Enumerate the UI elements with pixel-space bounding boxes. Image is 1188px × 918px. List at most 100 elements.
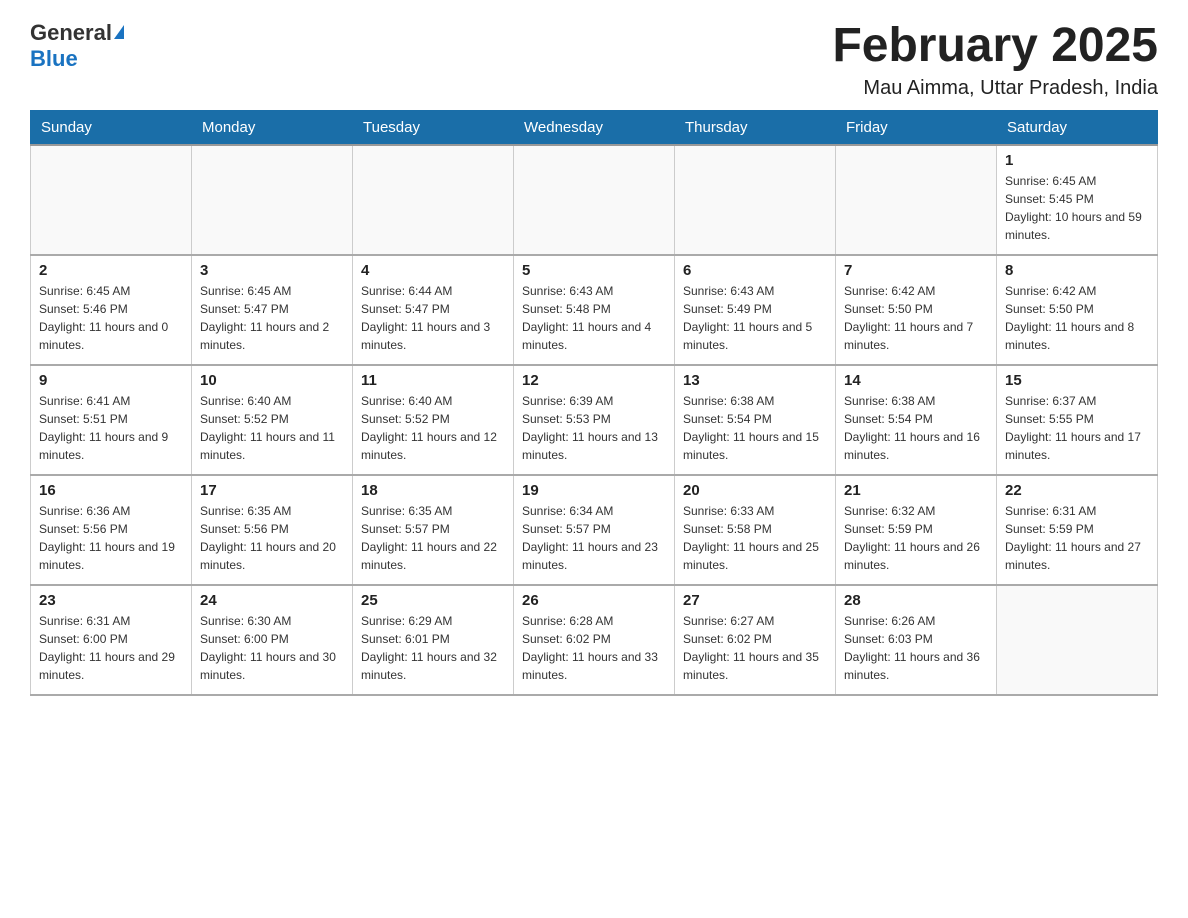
col-thursday: Thursday	[675, 110, 836, 145]
day-number: 15	[1005, 372, 1149, 389]
day-number: 23	[39, 592, 183, 609]
day-info: Sunrise: 6:43 AMSunset: 5:49 PMDaylight:…	[683, 284, 812, 352]
col-friday: Friday	[836, 110, 997, 145]
day-info: Sunrise: 6:31 AMSunset: 6:00 PMDaylight:…	[39, 614, 175, 682]
table-row: 2 Sunrise: 6:45 AMSunset: 5:46 PMDayligh…	[31, 255, 192, 365]
day-number: 26	[522, 592, 666, 609]
day-info: Sunrise: 6:40 AMSunset: 5:52 PMDaylight:…	[361, 394, 497, 462]
table-row: 25 Sunrise: 6:29 AMSunset: 6:01 PMDaylig…	[353, 585, 514, 695]
day-info: Sunrise: 6:26 AMSunset: 6:03 PMDaylight:…	[844, 614, 980, 682]
day-number: 27	[683, 592, 827, 609]
day-number: 14	[844, 372, 988, 389]
day-info: Sunrise: 6:31 AMSunset: 5:59 PMDaylight:…	[1005, 504, 1141, 572]
day-info: Sunrise: 6:40 AMSunset: 5:52 PMDaylight:…	[200, 394, 335, 462]
day-info: Sunrise: 6:42 AMSunset: 5:50 PMDaylight:…	[844, 284, 973, 352]
table-row: 15 Sunrise: 6:37 AMSunset: 5:55 PMDaylig…	[997, 365, 1158, 475]
day-info: Sunrise: 6:34 AMSunset: 5:57 PMDaylight:…	[522, 504, 658, 572]
day-number: 7	[844, 262, 988, 279]
table-row: 20 Sunrise: 6:33 AMSunset: 5:58 PMDaylig…	[675, 475, 836, 585]
logo-triangle-icon	[114, 25, 124, 39]
table-row: 24 Sunrise: 6:30 AMSunset: 6:00 PMDaylig…	[192, 585, 353, 695]
table-row	[675, 145, 836, 255]
table-row: 28 Sunrise: 6:26 AMSunset: 6:03 PMDaylig…	[836, 585, 997, 695]
day-info: Sunrise: 6:38 AMSunset: 5:54 PMDaylight:…	[683, 394, 819, 462]
table-row: 5 Sunrise: 6:43 AMSunset: 5:48 PMDayligh…	[514, 255, 675, 365]
month-title: February 2025	[832, 20, 1158, 73]
day-info: Sunrise: 6:30 AMSunset: 6:00 PMDaylight:…	[200, 614, 336, 682]
table-row: 1 Sunrise: 6:45 AMSunset: 5:45 PMDayligh…	[997, 145, 1158, 255]
table-row: 13 Sunrise: 6:38 AMSunset: 5:54 PMDaylig…	[675, 365, 836, 475]
day-number: 21	[844, 482, 988, 499]
day-number: 19	[522, 482, 666, 499]
table-row: 9 Sunrise: 6:41 AMSunset: 5:51 PMDayligh…	[31, 365, 192, 475]
day-info: Sunrise: 6:35 AMSunset: 5:56 PMDaylight:…	[200, 504, 336, 572]
logo-general-text: General	[30, 20, 112, 46]
col-tuesday: Tuesday	[353, 110, 514, 145]
table-row: 4 Sunrise: 6:44 AMSunset: 5:47 PMDayligh…	[353, 255, 514, 365]
table-row	[31, 145, 192, 255]
table-row: 27 Sunrise: 6:27 AMSunset: 6:02 PMDaylig…	[675, 585, 836, 695]
day-number: 22	[1005, 482, 1149, 499]
logo: General Blue	[30, 20, 124, 72]
table-row: 22 Sunrise: 6:31 AMSunset: 5:59 PMDaylig…	[997, 475, 1158, 585]
day-info: Sunrise: 6:41 AMSunset: 5:51 PMDaylight:…	[39, 394, 168, 462]
table-row: 16 Sunrise: 6:36 AMSunset: 5:56 PMDaylig…	[31, 475, 192, 585]
table-row	[514, 145, 675, 255]
day-info: Sunrise: 6:37 AMSunset: 5:55 PMDaylight:…	[1005, 394, 1141, 462]
calendar-table: Sunday Monday Tuesday Wednesday Thursday…	[30, 110, 1158, 696]
table-row: 17 Sunrise: 6:35 AMSunset: 5:56 PMDaylig…	[192, 475, 353, 585]
table-row	[353, 145, 514, 255]
day-info: Sunrise: 6:33 AMSunset: 5:58 PMDaylight:…	[683, 504, 819, 572]
day-info: Sunrise: 6:32 AMSunset: 5:59 PMDaylight:…	[844, 504, 980, 572]
day-number: 18	[361, 482, 505, 499]
col-monday: Monday	[192, 110, 353, 145]
day-info: Sunrise: 6:42 AMSunset: 5:50 PMDaylight:…	[1005, 284, 1134, 352]
table-row: 14 Sunrise: 6:38 AMSunset: 5:54 PMDaylig…	[836, 365, 997, 475]
table-row: 3 Sunrise: 6:45 AMSunset: 5:47 PMDayligh…	[192, 255, 353, 365]
day-number: 16	[39, 482, 183, 499]
col-sunday: Sunday	[31, 110, 192, 145]
table-row: 19 Sunrise: 6:34 AMSunset: 5:57 PMDaylig…	[514, 475, 675, 585]
day-number: 8	[1005, 262, 1149, 279]
day-number: 3	[200, 262, 344, 279]
table-row	[997, 585, 1158, 695]
day-info: Sunrise: 6:27 AMSunset: 6:02 PMDaylight:…	[683, 614, 819, 682]
day-number: 25	[361, 592, 505, 609]
title-section: February 2025 Mau Aimma, Uttar Pradesh, …	[832, 20, 1158, 100]
table-row: 18 Sunrise: 6:35 AMSunset: 5:57 PMDaylig…	[353, 475, 514, 585]
table-row: 11 Sunrise: 6:40 AMSunset: 5:52 PMDaylig…	[353, 365, 514, 475]
col-wednesday: Wednesday	[514, 110, 675, 145]
table-row: 6 Sunrise: 6:43 AMSunset: 5:49 PMDayligh…	[675, 255, 836, 365]
day-number: 28	[844, 592, 988, 609]
day-info: Sunrise: 6:39 AMSunset: 5:53 PMDaylight:…	[522, 394, 658, 462]
day-number: 11	[361, 372, 505, 389]
day-info: Sunrise: 6:35 AMSunset: 5:57 PMDaylight:…	[361, 504, 497, 572]
table-row: 7 Sunrise: 6:42 AMSunset: 5:50 PMDayligh…	[836, 255, 997, 365]
table-row	[836, 145, 997, 255]
day-info: Sunrise: 6:45 AMSunset: 5:45 PMDaylight:…	[1005, 174, 1142, 242]
day-info: Sunrise: 6:29 AMSunset: 6:01 PMDaylight:…	[361, 614, 497, 682]
day-number: 5	[522, 262, 666, 279]
table-row: 23 Sunrise: 6:31 AMSunset: 6:00 PMDaylig…	[31, 585, 192, 695]
table-row: 21 Sunrise: 6:32 AMSunset: 5:59 PMDaylig…	[836, 475, 997, 585]
day-info: Sunrise: 6:43 AMSunset: 5:48 PMDaylight:…	[522, 284, 651, 352]
location: Mau Aimma, Uttar Pradesh, India	[832, 77, 1158, 100]
day-info: Sunrise: 6:38 AMSunset: 5:54 PMDaylight:…	[844, 394, 980, 462]
day-number: 1	[1005, 152, 1149, 169]
day-number: 2	[39, 262, 183, 279]
header: General Blue February 2025 Mau Aimma, Ut…	[30, 20, 1158, 100]
day-number: 10	[200, 372, 344, 389]
table-row: 26 Sunrise: 6:28 AMSunset: 6:02 PMDaylig…	[514, 585, 675, 695]
table-row: 8 Sunrise: 6:42 AMSunset: 5:50 PMDayligh…	[997, 255, 1158, 365]
day-info: Sunrise: 6:45 AMSunset: 5:47 PMDaylight:…	[200, 284, 329, 352]
day-number: 17	[200, 482, 344, 499]
day-number: 24	[200, 592, 344, 609]
day-number: 9	[39, 372, 183, 389]
col-saturday: Saturday	[997, 110, 1158, 145]
day-number: 4	[361, 262, 505, 279]
day-number: 12	[522, 372, 666, 389]
day-info: Sunrise: 6:44 AMSunset: 5:47 PMDaylight:…	[361, 284, 490, 352]
day-number: 20	[683, 482, 827, 499]
table-row: 12 Sunrise: 6:39 AMSunset: 5:53 PMDaylig…	[514, 365, 675, 475]
day-info: Sunrise: 6:28 AMSunset: 6:02 PMDaylight:…	[522, 614, 658, 682]
